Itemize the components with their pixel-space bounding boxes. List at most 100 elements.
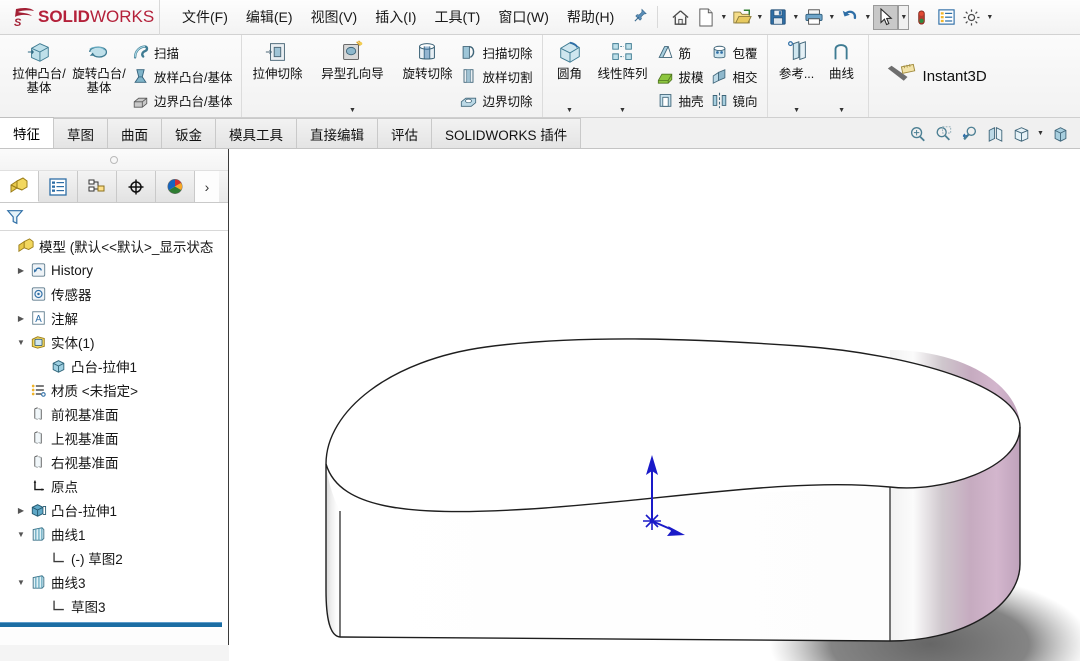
tree-item-model-root[interactable]: 模型 (默认<<默认>_显示状态 — [0, 234, 228, 258]
undo-dropdown-icon[interactable]: ▼ — [862, 5, 873, 30]
tree-item-curve1[interactable]: ▼ 曲线1 — [0, 522, 228, 546]
display-manager-tab[interactable] — [156, 171, 195, 202]
feature-manager-design-tree-tab[interactable] — [0, 171, 39, 202]
panel-splitter-strip[interactable] — [0, 149, 228, 171]
twist-collapsed-icon[interactable]: ▶ — [14, 314, 28, 323]
tab-features[interactable]: 特征 — [0, 117, 54, 148]
twist-expanded-icon[interactable]: ▼ — [14, 338, 28, 347]
tab-solidworks-addins[interactable]: SOLIDWORKS 插件 — [431, 118, 581, 148]
select-dropdown-icon[interactable]: ▼ — [898, 5, 909, 30]
tab-sketch[interactable]: 草图 — [53, 118, 108, 148]
graphics-area[interactable] — [230, 149, 1080, 661]
swept-boss-button[interactable]: 扫描 — [129, 40, 236, 64]
tree-item-curve3[interactable]: ▼ 曲线3 — [0, 570, 228, 594]
model-viewport[interactable] — [230, 149, 1080, 661]
rib-button[interactable]: 筋 — [654, 40, 708, 64]
tree-item-sketch2[interactable]: (-) 草图2 — [0, 546, 228, 570]
tree-item-body-boss-extrude1[interactable]: 凸台-拉伸1 — [0, 354, 228, 378]
zoom-to-area-icon[interactable] — [931, 122, 955, 145]
top-planar-face[interactable] — [326, 339, 1020, 512]
tree-item-history[interactable]: ▶ History — [0, 258, 228, 282]
property-manager-tab[interactable] — [39, 171, 78, 202]
tree-item-right-plane[interactable]: 右视基准面 — [0, 450, 228, 474]
options-list-icon[interactable] — [934, 5, 959, 30]
left-cylindrical-face[interactable] — [326, 464, 340, 637]
open-folder-icon[interactable] — [729, 5, 754, 30]
tree-item-material[interactable]: 材质 <未指定> — [0, 378, 228, 402]
new-document-icon[interactable] — [693, 5, 718, 30]
menu-window[interactable]: 窗口(W) — [489, 3, 558, 31]
open-dropdown-icon[interactable]: ▼ — [754, 5, 765, 30]
splitter-grip-icon[interactable] — [110, 156, 118, 164]
tab-surfaces[interactable]: 曲面 — [107, 118, 162, 148]
menu-insert[interactable]: 插入(I) — [366, 3, 425, 31]
tab-mold-tools[interactable]: 模具工具 — [215, 118, 297, 148]
solidworks-logo[interactable]: S SOLIDWORKS — [0, 0, 160, 35]
wrap-button[interactable]: 包覆 — [708, 40, 762, 64]
save-dropdown-icon[interactable]: ▼ — [790, 5, 801, 30]
options-dropdown-icon[interactable]: ▼ — [984, 5, 995, 30]
hole-wizard-button[interactable]: 异型孔向导 ▼ — [307, 35, 397, 117]
revolved-cut-button[interactable]: 旋转切除 — [397, 35, 457, 117]
view-orientation-icon[interactable] — [1009, 122, 1033, 145]
twist-collapsed-icon[interactable]: ▶ — [14, 506, 28, 515]
twist-collapsed-icon[interactable]: ▶ — [14, 266, 28, 275]
menu-tools[interactable]: 工具(T) — [425, 3, 489, 31]
menu-file[interactable]: 文件(F) — [173, 3, 237, 31]
save-icon[interactable] — [765, 5, 790, 30]
tree-item-origin[interactable]: 原点 — [0, 474, 228, 498]
tab-sheetmetal[interactable]: 钣金 — [161, 118, 216, 148]
undo-icon[interactable] — [837, 5, 862, 30]
instant3d-button[interactable]: Instant3D — [881, 55, 991, 97]
twist-expanded-icon[interactable]: ▼ — [14, 578, 28, 587]
select-cursor-icon[interactable] — [873, 5, 898, 30]
draft-button[interactable]: 拔模 — [654, 64, 708, 88]
feature-tree-filter-bar[interactable] — [0, 203, 228, 231]
reference-geometry-button[interactable]: 参考... ▼ — [773, 35, 821, 117]
intersect-button[interactable]: 相交 — [708, 64, 762, 88]
rebuild-icon[interactable] — [909, 5, 934, 30]
fillet-button[interactable]: 圆角 ▼ — [548, 35, 592, 117]
fillet-dropdown-icon[interactable]: ▼ — [566, 107, 573, 117]
dimxpert-manager-tab[interactable] — [117, 171, 156, 202]
tree-item-solid-bodies[interactable]: ▼ 实体(1) — [0, 330, 228, 354]
gear-icon[interactable] — [959, 5, 984, 30]
menu-help[interactable]: 帮助(H) — [558, 3, 623, 31]
menu-edit[interactable]: 编辑(E) — [237, 3, 302, 31]
hole-wizard-dropdown-icon[interactable]: ▼ — [349, 107, 356, 117]
boundary-boss-button[interactable]: 边界凸台/基体 — [129, 88, 236, 112]
curves-button[interactable]: 曲线 ▼ — [821, 35, 863, 117]
shell-button[interactable]: 抽壳 — [654, 88, 708, 112]
mirror-button[interactable]: 镜向 — [708, 88, 762, 112]
tree-item-top-plane[interactable]: 上视基准面 — [0, 426, 228, 450]
tab-direct-editing[interactable]: 直接编辑 — [296, 118, 378, 148]
reference-geometry-dropdown-icon[interactable]: ▼ — [793, 107, 800, 117]
zoom-to-fit-icon[interactable] — [905, 122, 929, 145]
lofted-cut-button[interactable]: 放样切割 — [457, 64, 536, 88]
solid-body-boss-extrude1[interactable] — [326, 339, 1020, 641]
print-icon[interactable] — [801, 5, 826, 30]
view-orientation-dropdown-icon[interactable]: ▼ — [1035, 122, 1046, 145]
print-dropdown-icon[interactable]: ▼ — [826, 5, 837, 30]
tree-item-boss-extrude1[interactable]: ▶ 凸台-拉伸1 — [0, 498, 228, 522]
tree-item-annotations[interactable]: ▶ A 注解 — [0, 306, 228, 330]
section-view-icon[interactable] — [983, 122, 1007, 145]
previous-view-icon[interactable] — [957, 122, 981, 145]
tree-item-sketch3[interactable]: 草图3 — [0, 594, 228, 618]
tree-item-front-plane[interactable]: 前视基准面 — [0, 402, 228, 426]
display-style-icon[interactable] — [1048, 122, 1072, 145]
lofted-boss-button[interactable]: 放样凸台/基体 — [129, 64, 236, 88]
new-document-dropdown-icon[interactable]: ▼ — [718, 5, 729, 30]
revolved-boss-button[interactable]: 旋转凸台/基体 — [69, 35, 129, 117]
rollback-bar[interactable] — [0, 622, 222, 627]
menu-view[interactable]: 视图(V) — [302, 3, 367, 31]
linear-pattern-button[interactable]: 线性阵列 ▼ — [592, 35, 654, 117]
twist-expanded-icon[interactable]: ▼ — [14, 530, 28, 539]
more-tabs-chevron-right-icon[interactable]: › — [195, 171, 219, 202]
boundary-cut-button[interactable]: 边界切除 — [457, 88, 536, 112]
swept-cut-button[interactable]: 扫描切除 — [457, 40, 536, 64]
tab-evaluate[interactable]: 评估 — [377, 118, 432, 148]
pin-icon[interactable] — [629, 8, 651, 27]
configuration-manager-tab[interactable] — [78, 171, 117, 202]
extruded-boss-button[interactable]: 拉伸凸台/基体 — [9, 35, 69, 117]
